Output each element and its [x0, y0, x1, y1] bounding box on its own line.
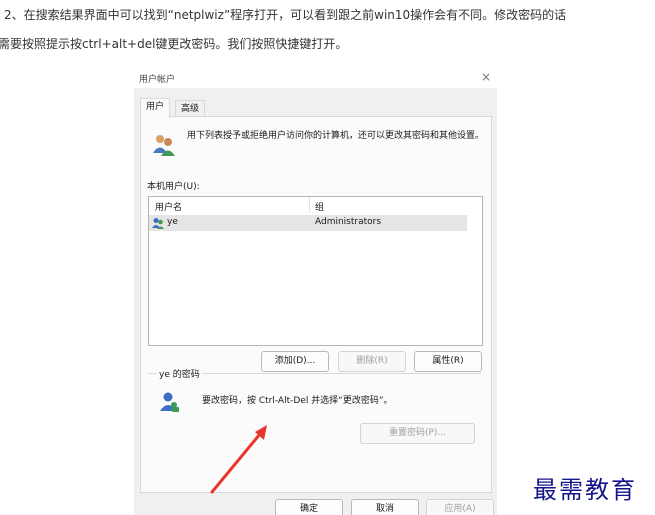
- article-line-2: 需要按照提示按ctrl+alt+del键更改密码。我们按照快捷键打开。: [0, 37, 348, 51]
- add-button[interactable]: 添加(D)...: [261, 351, 329, 372]
- tab-users[interactable]: 用户: [140, 98, 171, 118]
- column-header-username[interactable]: 用户名: [155, 200, 182, 213]
- column-separator[interactable]: [309, 197, 310, 213]
- password-group: ye 的密码 要改密码，按 Ctrl-Alt-Del 并选择“更改密码”。 重置…: [148, 367, 481, 482]
- users-list[interactable]: 用户名 组 ye Administrators: [148, 196, 483, 346]
- user-accounts-dialog: 用户帐户 × 用户 高级 用下列表授予或拒绝用户访问你的计算机，还可以更改其密码…: [134, 68, 497, 515]
- properties-button[interactable]: 属性(R): [414, 351, 482, 372]
- table-row[interactable]: ye Administrators: [149, 215, 467, 231]
- tab-advanced[interactable]: 高级: [175, 100, 206, 117]
- row-username: ye: [167, 217, 178, 227]
- users-icon: [153, 135, 175, 156]
- column-header-group[interactable]: 组: [315, 200, 324, 213]
- annotation-arrow-icon: [210, 425, 267, 494]
- ok-button[interactable]: 确定: [275, 499, 343, 515]
- user-key-icon: [160, 392, 179, 412]
- row-group: Administrators: [315, 217, 382, 227]
- password-group-title: ye 的密码: [157, 367, 202, 380]
- user-icon: [152, 218, 164, 229]
- local-users-label: 本机用户(U):: [147, 182, 200, 192]
- users-tab-panel: 用下列表授予或拒绝用户访问你的计算机，还可以更改其密码和其他设置。 本机用户(U…: [140, 116, 492, 493]
- password-instructions: 要改密码，按 Ctrl-Alt-Del 并选择“更改密码”。: [202, 396, 393, 406]
- article-line-1: 2、在搜索结果界面中可以找到“netplwiz”程序打开，可以看到跟之前win1…: [4, 8, 567, 22]
- watermark-logo: 最需教育: [533, 476, 637, 504]
- remove-button[interactable]: 删除(R): [338, 351, 406, 372]
- intro-text: 用下列表授予或拒绝用户访问你的计算机，还可以更改其密码和其他设置。: [187, 131, 485, 141]
- list-header: 用户名 组: [149, 197, 467, 213]
- close-icon[interactable]: ×: [481, 70, 491, 84]
- reset-password-button[interactable]: 重置密码(P)...: [360, 423, 475, 444]
- window-title: 用户帐户: [139, 75, 176, 85]
- apply-button[interactable]: 应用(A): [426, 499, 494, 515]
- title-bar: 用户帐户 ×: [134, 68, 497, 88]
- cancel-button[interactable]: 取消: [351, 499, 419, 515]
